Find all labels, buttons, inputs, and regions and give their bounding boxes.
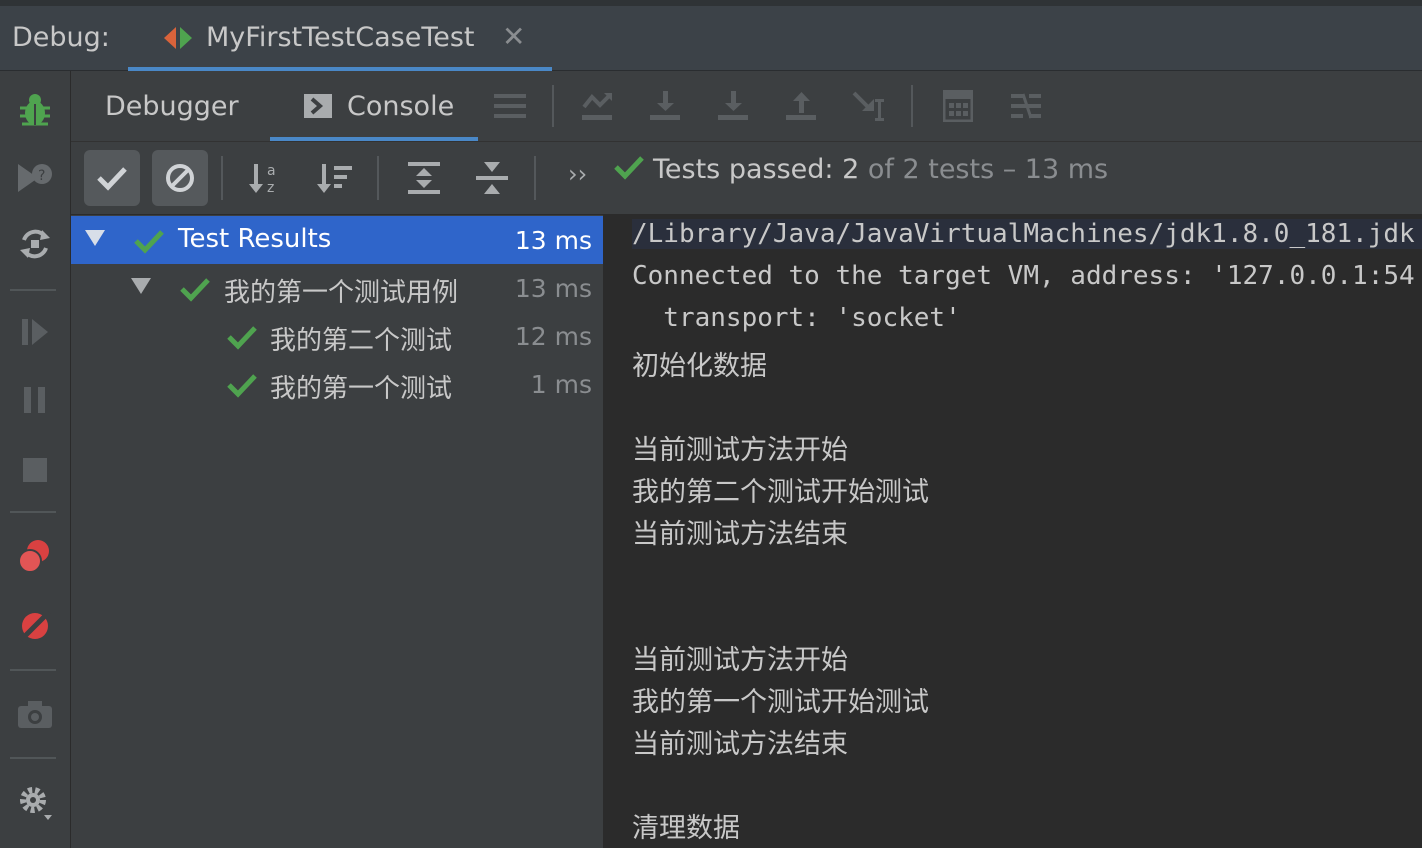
toolbar-separator <box>911 85 913 127</box>
passed-check-icon <box>227 374 257 398</box>
console-line: transport: 'socket' <box>632 303 961 333</box>
hamburger-menu-icon[interactable] <box>487 83 533 129</box>
passed-check-icon <box>180 278 210 302</box>
sort-duration-icon <box>317 164 352 193</box>
tree-row-time: 1 ms <box>530 370 592 399</box>
tree-row-time: 12 ms <box>514 322 592 351</box>
debug-tool-window-header: Debug: MyFirstTestCaseTest ✕ <box>0 0 1422 71</box>
tree-row-label: 我的第一个测试用例 <box>224 278 459 308</box>
tab-debugger[interactable]: Debugger <box>105 71 239 141</box>
pause-icon[interactable] <box>14 379 56 421</box>
tests-passed-label: Tests passed: <box>653 154 834 185</box>
run-to-cursor-icon[interactable] <box>846 83 892 129</box>
sidebar-separator <box>10 511 56 513</box>
passed-check-icon <box>614 156 644 180</box>
expand-all-icon <box>408 162 440 194</box>
console-line: 当前测试方法开始 <box>632 645 848 676</box>
bug-icon[interactable] <box>14 89 56 131</box>
restart-icon[interactable] <box>14 223 56 265</box>
console-line: /Library/Java/JavaVirtualMachines/jdk1.8… <box>632 219 1422 249</box>
title-strip <box>0 0 1422 6</box>
test-results-tree: Test Results 13 ms 我的第一个测试用例 13 ms 我的第二个… <box>71 215 605 848</box>
sidebar-separator <box>10 289 56 291</box>
evaluate-expression-icon[interactable] <box>935 83 981 129</box>
rerun-failed-icon[interactable]: ? <box>14 157 56 199</box>
console-line: 当前测试方法结束 <box>632 729 848 760</box>
tab-console-label: Console <box>347 90 455 122</box>
sort-alphabetically-button[interactable]: az <box>239 150 295 206</box>
console-line: Connected to the target VM, address: '12… <box>632 261 1415 291</box>
tree-row-time: 13 ms <box>514 226 592 255</box>
step-over-icon[interactable] <box>642 83 688 129</box>
console-line: 我的第一个测试开始测试 <box>632 687 929 718</box>
sort-by-duration-button[interactable] <box>307 150 363 206</box>
step-into-icon[interactable] <box>710 83 756 129</box>
trace-stream-icon[interactable] <box>1003 83 1049 129</box>
step-out-icon[interactable] <box>778 83 824 129</box>
expand-arrow-icon[interactable] <box>131 278 151 294</box>
svg-text:z: z <box>267 180 274 196</box>
show-execution-point-icon[interactable] <box>574 83 620 129</box>
console-line: 清理数据 <box>632 813 740 844</box>
tree-row-time: 13 ms <box>514 274 592 303</box>
passed-check-icon <box>134 230 164 254</box>
tree-row-test-class[interactable]: 我的第一个测试用例 13 ms <box>71 264 603 312</box>
tests-passed-count: 2 <box>842 154 860 185</box>
close-tab-icon[interactable]: ✕ <box>502 20 525 53</box>
mute-breakpoints-icon[interactable] <box>14 605 56 647</box>
collapse-all-button[interactable] <box>464 150 520 206</box>
debug-sidebar: ? <box>0 71 71 848</box>
tests-summary: of 2 tests – 13 ms <box>867 154 1109 185</box>
test-runner-toolbar: az ›› Tests passed: 2 of 2 tests – 13 ms <box>71 142 1422 215</box>
junit-run-icon <box>164 27 192 49</box>
expand-arrow-icon[interactable] <box>85 230 105 246</box>
sidebar-separator <box>10 669 56 671</box>
console-line: 初始化数据 <box>632 351 767 382</box>
stop-icon[interactable] <box>14 449 56 491</box>
tree-row-label: 我的第一个测试 <box>270 374 453 404</box>
tree-row-label: Test Results <box>178 224 332 254</box>
ignored-icon <box>166 164 194 192</box>
expand-all-button[interactable] <box>396 150 452 206</box>
active-tab-underline <box>270 137 478 141</box>
tree-row-test-results[interactable]: Test Results 13 ms <box>71 216 603 264</box>
test-status: Tests passed: 2 of 2 tests – 13 ms <box>613 154 1108 185</box>
show-ignored-toggle[interactable] <box>152 150 208 206</box>
toolbar-separator <box>221 156 223 200</box>
console-line: 当前测试方法开始 <box>632 435 848 466</box>
camera-icon[interactable] <box>14 693 56 735</box>
console-icon <box>304 94 332 118</box>
toolbar-separator <box>377 156 379 200</box>
passed-check-icon <box>227 326 257 350</box>
console-line: 当前测试方法结束 <box>632 519 848 550</box>
view-breakpoints-icon[interactable] <box>14 535 56 577</box>
console-output[interactable]: /Library/Java/JavaVirtualMachines/jdk1.8… <box>605 215 1422 848</box>
tab-console[interactable]: Console <box>303 71 454 141</box>
debug-tabs-toolbar: Debugger Console <box>71 71 1422 142</box>
tree-row-label: 我的第二个测试 <box>270 326 453 356</box>
console-line: 我的第二个测试开始测试 <box>632 477 929 508</box>
toolbar-separator <box>534 156 536 200</box>
debug-label: Debug: <box>12 22 110 53</box>
toolbar-separator <box>552 85 554 127</box>
svg-text:a: a <box>267 163 276 179</box>
sort-alpha-icon: az <box>249 163 276 196</box>
resume-icon[interactable] <box>14 311 56 353</box>
run-configuration-tab[interactable]: MyFirstTestCaseTest ✕ <box>128 14 552 71</box>
gear-icon[interactable] <box>14 781 56 823</box>
more-actions-chevron-icon[interactable]: ›› <box>568 160 587 188</box>
tree-row-test-method[interactable]: 我的第一个测试 1 ms <box>71 360 603 408</box>
collapse-all-icon <box>476 162 508 194</box>
tree-row-test-method[interactable]: 我的第二个测试 12 ms <box>71 312 603 360</box>
check-icon <box>97 167 127 191</box>
sidebar-separator <box>10 757 56 759</box>
run-tab-title: MyFirstTestCaseTest <box>206 22 475 53</box>
show-passed-toggle[interactable] <box>84 150 140 206</box>
svg-text:?: ? <box>38 168 45 184</box>
